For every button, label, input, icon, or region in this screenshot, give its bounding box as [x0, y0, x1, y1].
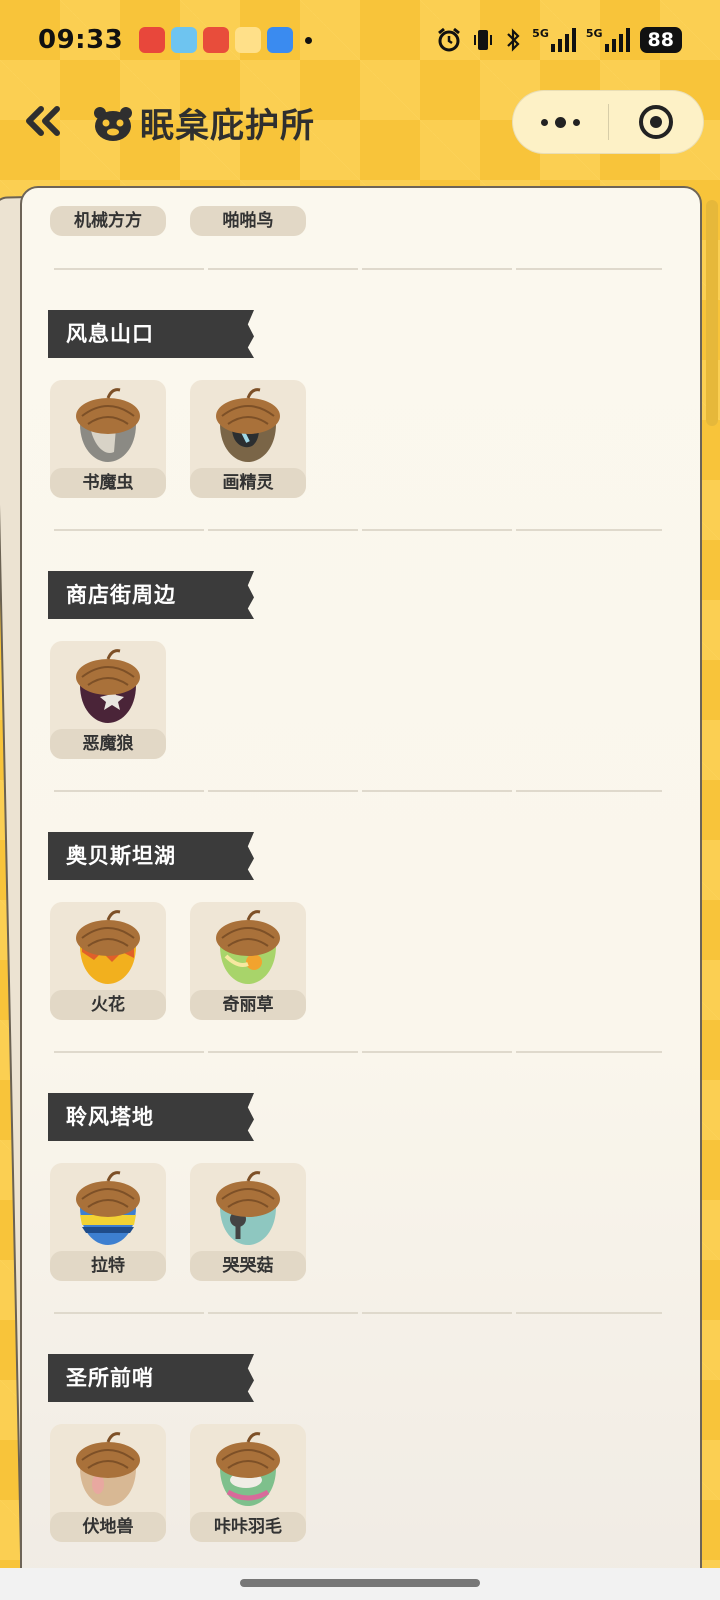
network-type-2: 5G — [585, 27, 603, 40]
signal-1-icon: 5G — [532, 28, 576, 52]
partial-item-row: 机械方方 啪啪鸟 — [50, 188, 306, 236]
item-label: 咔咔羽毛 — [190, 1512, 306, 1542]
acorn-rat-icon — [76, 1171, 140, 1245]
title-area: 眠枲庇护所 — [92, 98, 315, 147]
acorn-painter-icon — [216, 388, 280, 462]
scrollbar-thumb[interactable] — [706, 200, 718, 426]
list-item[interactable]: 哭哭菇 — [190, 1163, 306, 1281]
list-item[interactable]: 画精灵 — [190, 380, 306, 498]
system-icons: 5G 5G 88 — [436, 27, 682, 53]
list-item[interactable]: 奇丽草 — [190, 902, 306, 1020]
section-title: 圣所前哨 — [48, 1354, 254, 1402]
section-divider — [54, 268, 662, 270]
item-label: 机械方方 — [50, 206, 166, 236]
bluetooth-icon — [507, 28, 520, 52]
network-type-1: 5G — [532, 27, 549, 40]
list-item[interactable]: 机械方方 — [50, 188, 166, 236]
list-item[interactable]: 拉特 — [50, 1163, 166, 1281]
item-label: 火花 — [50, 990, 166, 1020]
close-button[interactable] — [609, 90, 703, 154]
section-divider — [54, 1312, 662, 1314]
list-item[interactable]: 伏地兽 — [50, 1424, 166, 1542]
back-button[interactable] — [18, 96, 68, 146]
browser-app-icon — [267, 27, 294, 53]
item-label: 画精灵 — [190, 468, 306, 498]
item-label: 奇丽草 — [190, 990, 306, 1020]
item-label: 恶魔狼 — [50, 729, 166, 759]
section-divider — [54, 790, 662, 792]
item-label: 书魔虫 — [50, 468, 166, 498]
acorn-grass-icon — [216, 910, 280, 984]
acorn-spark-icon — [76, 910, 140, 984]
app-notification-icon — [139, 27, 166, 53]
battery-indicator: 88 — [639, 27, 682, 53]
section-title: 聆风塔地 — [48, 1093, 254, 1141]
news-app-icon — [203, 27, 230, 53]
vibrate-icon — [474, 30, 493, 50]
nav-header: 眠枲庇护所 — [0, 88, 720, 160]
item-row: 恶魔狼 — [50, 641, 166, 759]
list-item[interactable]: 火花 — [50, 902, 166, 1020]
item-row: 拉特 哭哭菇 — [50, 1163, 306, 1281]
item-row: 伏地兽 咔咔羽毛 — [50, 1424, 306, 1542]
section-divider — [54, 529, 662, 531]
notification-icons — [139, 27, 313, 53]
acorn-feather-icon — [216, 1432, 280, 1506]
page-title: 眠枲庇护所 — [140, 106, 315, 146]
section-title: 商店街周边 — [48, 571, 254, 619]
acorn-mushroom-icon — [216, 1171, 280, 1245]
target-close-icon — [638, 105, 673, 139]
item-label: 拉特 — [50, 1251, 166, 1281]
pet-face-icon — [94, 106, 132, 141]
acorn-bookworm-icon — [76, 388, 140, 462]
acorn-ground-beast-icon — [76, 1432, 140, 1506]
item-row: 火花 奇丽草 — [50, 902, 306, 1020]
miniprogram-capsule — [512, 90, 704, 154]
status-bar: 09:33 5G 5G 88 — [0, 0, 720, 80]
more-button[interactable] — [513, 90, 608, 154]
status-time: 09:33 — [38, 25, 124, 55]
home-indicator[interactable] — [240, 1579, 480, 1587]
more-dots-icon — [541, 118, 548, 126]
list-item[interactable]: 书魔虫 — [50, 380, 166, 498]
book-app-icon — [235, 27, 262, 53]
double-chevron-left-icon — [26, 106, 60, 136]
section-title: 风息山口 — [48, 310, 254, 358]
sanctuary-list-panel[interactable]: 机械方方 啪啪鸟 风息山口 书魔虫 画精灵 商店街周边 恶魔狼 奥贝斯坦湖 火花… — [20, 186, 702, 1600]
section-title: 奥贝斯坦湖 — [48, 832, 254, 880]
acorn-demon-wolf-icon — [76, 649, 140, 723]
list-item[interactable]: 恶魔狼 — [50, 641, 166, 759]
signal-2-icon: 5G — [586, 28, 630, 52]
item-label: 啪啪鸟 — [190, 206, 306, 236]
item-row: 书魔虫 画精灵 — [50, 380, 306, 498]
section-divider — [54, 1051, 662, 1053]
alarm-icon — [438, 27, 461, 52]
video-app-icon — [171, 27, 198, 53]
more-notifications-dot — [305, 36, 313, 44]
item-label: 伏地兽 — [50, 1512, 166, 1542]
list-item[interactable]: 啪啪鸟 — [190, 188, 306, 236]
item-label: 哭哭菇 — [190, 1251, 306, 1281]
list-item[interactable]: 咔咔羽毛 — [190, 1424, 306, 1542]
